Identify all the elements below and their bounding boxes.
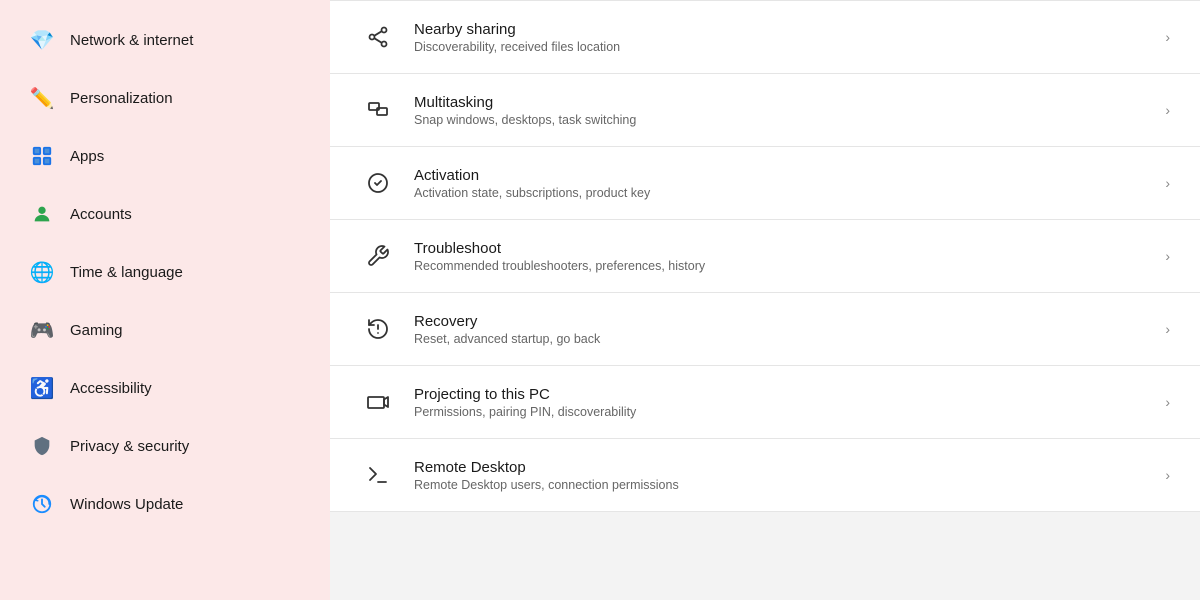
sidebar-item-gaming[interactable]: 🎮 Gaming xyxy=(8,302,322,358)
nearby-sharing-icon xyxy=(360,19,396,55)
sidebar-item-network[interactable]: 💎 Network & internet xyxy=(8,12,322,68)
sidebar-item-time[interactable]: 🌐 Time & language xyxy=(8,244,322,300)
troubleshoot-text: Troubleshoot Recommended troubleshooters… xyxy=(414,240,705,273)
remote-desktop-text: Remote Desktop Remote Desktop users, con… xyxy=(414,459,679,492)
troubleshoot-desc: Recommended troubleshooters, preferences… xyxy=(414,259,705,273)
sidebar-item-accessibility[interactable]: ♿ Accessibility xyxy=(8,360,322,416)
time-icon: 🌐 xyxy=(28,258,56,286)
sidebar-item-apps[interactable]: Apps xyxy=(8,128,322,184)
remote-desktop-icon xyxy=(360,457,396,493)
settings-item-remote-desktop[interactable]: Remote Desktop Remote Desktop users, con… xyxy=(330,439,1200,512)
activation-desc: Activation state, subscriptions, product… xyxy=(414,186,650,200)
multitasking-icon xyxy=(360,92,396,128)
settings-item-troubleshoot[interactable]: Troubleshoot Recommended troubleshooters… xyxy=(330,220,1200,293)
projecting-chevron: › xyxy=(1165,394,1170,410)
nearby-sharing-desc: Discoverability, received files location xyxy=(414,40,620,54)
multitasking-title: Multitasking xyxy=(414,94,636,111)
gaming-icon: 🎮 xyxy=(28,316,56,344)
nearby-sharing-chevron: › xyxy=(1165,29,1170,45)
settings-item-multitasking[interactable]: Multitasking Snap windows, desktops, tas… xyxy=(330,74,1200,147)
recovery-text: Recovery Reset, advanced startup, go bac… xyxy=(414,313,600,346)
troubleshoot-chevron: › xyxy=(1165,248,1170,264)
activation-chevron: › xyxy=(1165,175,1170,191)
recovery-icon xyxy=(360,311,396,347)
remote-desktop-title: Remote Desktop xyxy=(414,459,679,476)
projecting-title: Projecting to this PC xyxy=(414,386,636,403)
sidebar-label-apps: Apps xyxy=(70,148,104,165)
recovery-chevron: › xyxy=(1165,321,1170,337)
multitasking-text: Multitasking Snap windows, desktops, tas… xyxy=(414,94,636,127)
settings-item-projecting[interactable]: Projecting to this PC Permissions, pairi… xyxy=(330,366,1200,439)
activation-icon xyxy=(360,165,396,201)
main-content: Nearby sharing Discoverability, received… xyxy=(330,0,1200,600)
sidebar-label-accessibility: Accessibility xyxy=(70,380,152,397)
activation-title: Activation xyxy=(414,167,650,184)
accounts-icon xyxy=(28,200,56,228)
settings-item-nearby-sharing[interactable]: Nearby sharing Discoverability, received… xyxy=(330,0,1200,74)
projecting-text: Projecting to this PC Permissions, pairi… xyxy=(414,386,636,419)
sidebar-label-time: Time & language xyxy=(70,264,183,281)
remote-desktop-desc: Remote Desktop users, connection permiss… xyxy=(414,478,679,492)
apps-icon xyxy=(28,142,56,170)
sidebar: 💎 Network & internet ✏️ Personalization … xyxy=(0,0,330,600)
network-icon: 💎 xyxy=(28,26,56,54)
troubleshoot-title: Troubleshoot xyxy=(414,240,705,257)
nearby-sharing-title: Nearby sharing xyxy=(414,21,620,38)
multitasking-desc: Snap windows, desktops, task switching xyxy=(414,113,636,127)
settings-item-recovery[interactable]: Recovery Reset, advanced startup, go bac… xyxy=(330,293,1200,366)
multitasking-chevron: › xyxy=(1165,102,1170,118)
recovery-title: Recovery xyxy=(414,313,600,330)
settings-list: Nearby sharing Discoverability, received… xyxy=(330,0,1200,512)
sidebar-label-gaming: Gaming xyxy=(70,322,123,339)
sidebar-label-accounts: Accounts xyxy=(70,206,132,223)
sidebar-item-privacy[interactable]: Privacy & security xyxy=(8,418,322,474)
update-icon xyxy=(28,490,56,518)
settings-item-activation[interactable]: Activation Activation state, subscriptio… xyxy=(330,147,1200,220)
remote-desktop-chevron: › xyxy=(1165,467,1170,483)
recovery-desc: Reset, advanced startup, go back xyxy=(414,332,600,346)
nearby-sharing-text: Nearby sharing Discoverability, received… xyxy=(414,21,620,54)
sidebar-item-accounts[interactable]: Accounts xyxy=(8,186,322,242)
sidebar-item-update[interactable]: Windows Update xyxy=(8,476,322,532)
sidebar-label-personalization: Personalization xyxy=(70,90,173,107)
sidebar-item-personalization[interactable]: ✏️ Personalization xyxy=(8,70,322,126)
troubleshoot-icon xyxy=(360,238,396,274)
privacy-icon xyxy=(28,432,56,460)
sidebar-label-update: Windows Update xyxy=(70,496,183,513)
accessibility-icon: ♿ xyxy=(28,374,56,402)
sidebar-label-privacy: Privacy & security xyxy=(70,438,189,455)
projecting-desc: Permissions, pairing PIN, discoverabilit… xyxy=(414,405,636,419)
personalization-icon: ✏️ xyxy=(28,84,56,112)
activation-text: Activation Activation state, subscriptio… xyxy=(414,167,650,200)
projecting-icon xyxy=(360,384,396,420)
sidebar-label-network: Network & internet xyxy=(70,32,193,49)
